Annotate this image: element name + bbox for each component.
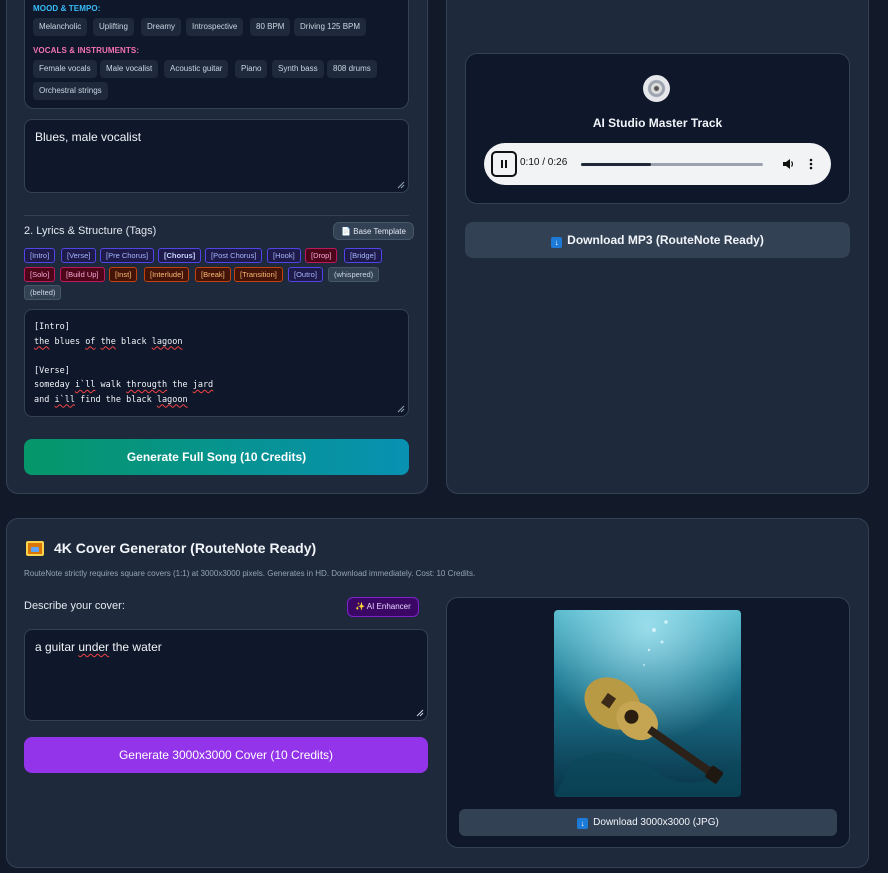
progress-fill <box>581 163 652 166</box>
tag-build-up[interactable]: [Build Up] <box>60 267 105 282</box>
mood-chip[interactable]: Uplifting <box>93 18 134 36</box>
resize-handle-icon[interactable] <box>397 405 405 413</box>
vocal-chip[interactable]: Female vocals <box>33 60 97 78</box>
tag-outro[interactable]: [Outro] <box>288 267 323 282</box>
document-icon: 📄 <box>341 227 354 236</box>
tag-pre-chorus[interactable]: [Pre Chorus] <box>100 248 155 263</box>
cover-prompt-input[interactable]: a guitar under the water <box>24 629 428 721</box>
vocal-chip[interactable]: Male vocalist <box>100 60 159 78</box>
lyrics-line: [Intro] <box>34 322 70 332</box>
vocal-chip[interactable]: Piano <box>235 60 268 78</box>
style-input[interactable]: Blues, male vocalist <box>24 119 409 193</box>
mood-chip[interactable]: 80 BPM <box>250 18 291 36</box>
pause-button[interactable] <box>491 151 517 177</box>
mood-chip[interactable]: Driving 125 BPM <box>294 18 367 36</box>
sparkle-icon: ✨ <box>355 602 367 611</box>
tag-hook[interactable]: [Hook] <box>267 248 301 263</box>
download-icon: ↓ <box>577 818 589 829</box>
ai-enhancer-button[interactable]: ✨ AI Enhancer <box>347 597 419 617</box>
lyrics-input[interactable]: [Intro] the blues of the black lagoon [V… <box>24 309 409 417</box>
tag-interlude[interactable]: [Interlude] <box>144 267 190 282</box>
resize-handle-icon[interactable] <box>397 181 405 189</box>
tag-break[interactable]: [Break] <box>195 267 231 282</box>
cover-description: RouteNote strictly requires square cover… <box>24 569 476 578</box>
tag-post-chorus[interactable]: [Post Chorus] <box>205 248 263 263</box>
describe-cover-label: Describe your cover: <box>24 600 125 612</box>
download-jpg-label: Download 3000x3000 (JPG) <box>593 817 719 828</box>
download-jpg-button[interactable]: ↓ Download 3000x3000 (JPG) <box>459 809 837 836</box>
lyrics-line: someday i`ll walk througth the jard <box>34 380 214 390</box>
tag-bridge[interactable]: [Bridge] <box>344 248 382 263</box>
download-icon: ↓ <box>551 237 563 248</box>
download-mp3-button[interactable]: ↓ Download MP3 (RouteNote Ready) <box>465 222 850 258</box>
tag-verse[interactable]: [Verse] <box>61 248 97 263</box>
mood-chip[interactable]: Melancholic <box>33 18 88 36</box>
generate-cover-button[interactable]: Generate 3000x3000 Cover (10 Credits) <box>24 737 428 773</box>
tag-inst[interactable]: [Inst] <box>109 267 138 282</box>
mood-chip[interactable]: Introspective <box>186 18 244 36</box>
mood-tempo-label: MOOD & TEMPO: <box>33 4 101 13</box>
tag-chorus[interactable]: [Chorus] <box>158 248 202 263</box>
base-template-label: Base Template <box>353 227 406 236</box>
time-display: 0:10 / 0:26 <box>520 157 568 168</box>
lyrics-heading: 2. Lyrics & Structure (Tags) <box>24 225 157 237</box>
tag-solo[interactable]: [Solo] <box>24 267 56 282</box>
lyrics-line: [Verse] <box>34 365 70 376</box>
tag-drop[interactable]: [Drop] <box>305 248 338 263</box>
disc-icon <box>643 75 670 102</box>
track-title: AI Studio Master Track <box>592 116 723 130</box>
volume-icon[interactable] <box>781 157 795 171</box>
style-input-value: Blues, male vocalist <box>35 130 142 144</box>
vocal-chip[interactable]: Synth bass <box>272 60 324 78</box>
tag-whispered[interactable]: (whispered) <box>328 267 380 282</box>
more-options-icon[interactable] <box>807 157 815 171</box>
vocal-chip[interactable]: Orchestral strings <box>33 82 108 100</box>
progress-slider[interactable] <box>581 163 763 166</box>
lyrics-line: the blues of the black lagoon <box>34 336 183 347</box>
tag-intro[interactable]: [Intro] <box>24 248 56 263</box>
tag-transition[interactable]: [Transition] <box>234 267 283 282</box>
section-divider <box>24 215 409 216</box>
cover-generator-title: 4K Cover Generator (RouteNote Ready) <box>54 540 317 556</box>
ai-enhancer-label: AI Enhancer <box>366 602 411 611</box>
picture-icon <box>26 541 44 556</box>
download-mp3-label: Download MP3 (RouteNote Ready) <box>567 233 764 247</box>
tag-belted[interactable]: (belted) <box>24 285 62 300</box>
vocals-instruments-label: VOCALS & INSTRUMENTS: <box>33 46 140 55</box>
vocal-chip[interactable]: 808 drums <box>327 60 377 78</box>
lyrics-line: and i`ll find the black lagoon <box>34 394 188 405</box>
cover-prompt-value: a guitar under the water <box>35 640 162 654</box>
lyrics-blank-line <box>34 349 399 364</box>
mood-chip[interactable]: Dreamy <box>141 18 182 36</box>
cover-image <box>554 610 741 797</box>
vocal-chip[interactable]: Acoustic guitar <box>164 60 229 78</box>
generate-song-button[interactable]: Generate Full Song (10 Credits) <box>24 439 409 475</box>
base-template-button[interactable]: 📄 Base Template <box>333 222 414 240</box>
resize-handle-icon[interactable] <box>416 709 424 717</box>
